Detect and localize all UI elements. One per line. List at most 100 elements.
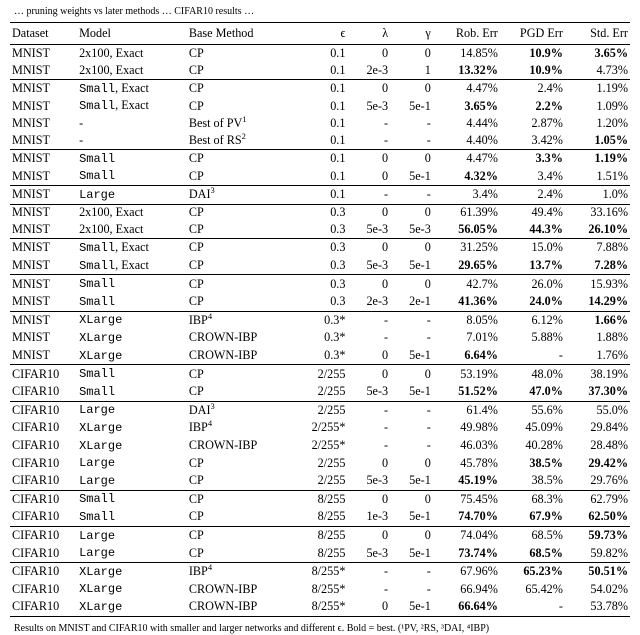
cell: 1.05% [565, 132, 630, 149]
cell: 0 [347, 275, 390, 293]
cell: 5e-1 [390, 544, 433, 562]
cell: 2e-3 [347, 62, 390, 79]
cell: MNIST [10, 329, 77, 347]
cell: 4.32% [433, 167, 500, 185]
cell: 2/255 [297, 383, 348, 401]
cell: 5e-1 [390, 347, 433, 365]
table-row: MNISTSmall, ExactCP0.35e-35e-129.65%13.7… [10, 257, 630, 275]
table-row: CIFAR10LargeCP8/2550074.04%68.5%59.73% [10, 526, 630, 544]
cell: 3.42% [500, 132, 565, 149]
cell-method: Best of PV1 [187, 115, 297, 132]
table-row: CIFAR10XLargeIBP48/255*--67.96%65.23%50.… [10, 562, 630, 580]
cell: 68.5% [500, 526, 565, 544]
cell: 5e-1 [390, 383, 433, 401]
cell-model: 2x100, Exact [77, 62, 187, 79]
cell: 2.2% [500, 98, 565, 116]
cell: 2/255 [297, 401, 348, 419]
table-row: CIFAR10LargeCP2/2550045.78%38.5%29.42% [10, 454, 630, 472]
cell-model: 2x100, Exact [77, 45, 187, 62]
cell: 13.32% [433, 62, 500, 79]
cell: MNIST [10, 45, 77, 62]
cell: - [347, 132, 390, 149]
cell: 0 [390, 79, 433, 97]
cell-method: CROWN-IBP [187, 581, 297, 599]
cell-method: CP [187, 167, 297, 185]
cell: 14.85% [433, 45, 500, 62]
cell: 0.3 [297, 293, 348, 311]
table-row: MNISTSmallCP0.105e-14.32%3.4%1.51% [10, 167, 630, 185]
table-row: MNIST-Best of PV10.1--4.44%2.87%1.20% [10, 115, 630, 132]
cell: MNIST [10, 293, 77, 311]
cell: 68.5% [500, 544, 565, 562]
table-row: CIFAR10SmallCP2/2550053.19%48.0%38.19% [10, 365, 630, 383]
cell: 1.0% [565, 186, 630, 205]
cell: MNIST [10, 79, 77, 97]
cell: 29.76% [565, 472, 630, 490]
cell-model: 2x100, Exact [77, 221, 187, 238]
cell-method: CP [187, 472, 297, 490]
cell: 0 [347, 204, 390, 221]
cell: 0.1 [297, 149, 348, 167]
cell: 26.10% [565, 221, 630, 238]
cell-model: Small [77, 167, 187, 185]
cell: 3.65% [433, 98, 500, 116]
cell: 5.88% [500, 329, 565, 347]
col-dataset: Dataset [10, 23, 77, 45]
cell: 0 [347, 149, 390, 167]
cell: CIFAR10 [10, 508, 77, 526]
cell: - [390, 132, 433, 149]
cell: 0.3* [297, 329, 348, 347]
cell: - [347, 401, 390, 419]
cell: 5e-3 [390, 221, 433, 238]
col-pgd: PGD Err [500, 23, 565, 45]
cell: 1.19% [565, 149, 630, 167]
cell: 67.9% [500, 508, 565, 526]
cell: CIFAR10 [10, 526, 77, 544]
cell: CIFAR10 [10, 437, 77, 455]
cell-model: Large [77, 401, 187, 419]
cell: 0 [390, 239, 433, 257]
col-method: Base Method [187, 23, 297, 45]
cell-model: Small [77, 365, 187, 383]
cell-method: CP [187, 221, 297, 238]
cell: 3.4% [500, 167, 565, 185]
cell: 53.19% [433, 365, 500, 383]
cell: - [347, 115, 390, 132]
cell-model: XLarge [77, 598, 187, 616]
cell: 0 [347, 526, 390, 544]
cell-model: XLarge [77, 581, 187, 599]
cell: MNIST [10, 239, 77, 257]
cell: 2/255 [297, 365, 348, 383]
cell-method: CP [187, 383, 297, 401]
table-row: MNISTSmallCP0.1004.47%3.3%1.19% [10, 149, 630, 167]
cell-method: CP [187, 79, 297, 97]
cell: CIFAR10 [10, 419, 77, 437]
table-row: CIFAR10LargeDAI32/255--61.4%55.6%55.0% [10, 401, 630, 419]
cell: 49.98% [433, 419, 500, 437]
cell: 0 [347, 598, 390, 616]
cell-model: Small [77, 508, 187, 526]
cell: 37.30% [565, 383, 630, 401]
table-row: CIFAR10XLargeCROWN-IBP8/255*--66.94%65.4… [10, 581, 630, 599]
cell: MNIST [10, 347, 77, 365]
cell: MNIST [10, 132, 77, 149]
cell: 0 [390, 490, 433, 508]
cell-model: Small [77, 275, 187, 293]
table-row: CIFAR10SmallCP8/2551e-35e-174.70%67.9%62… [10, 508, 630, 526]
cell-method: CROWN-IBP [187, 347, 297, 365]
cell-method: CP [187, 62, 297, 79]
cell: MNIST [10, 275, 77, 293]
results-table: Dataset Model Base Method ϵ λ γ Rob. Err… [10, 22, 630, 617]
cell: 10.9% [500, 45, 565, 62]
cell: 8/255 [297, 490, 348, 508]
cell: 2e-3 [347, 293, 390, 311]
cell-method: CP [187, 293, 297, 311]
table-row: MNIST2x100, ExactCP0.10014.85%10.9%3.65% [10, 45, 630, 62]
cell: MNIST [10, 257, 77, 275]
cell: - [390, 437, 433, 455]
cell: 5e-3 [347, 383, 390, 401]
cell: MNIST [10, 221, 77, 238]
col-lambda: λ [347, 23, 390, 45]
cell: MNIST [10, 62, 77, 79]
cell: 8/255 [297, 544, 348, 562]
